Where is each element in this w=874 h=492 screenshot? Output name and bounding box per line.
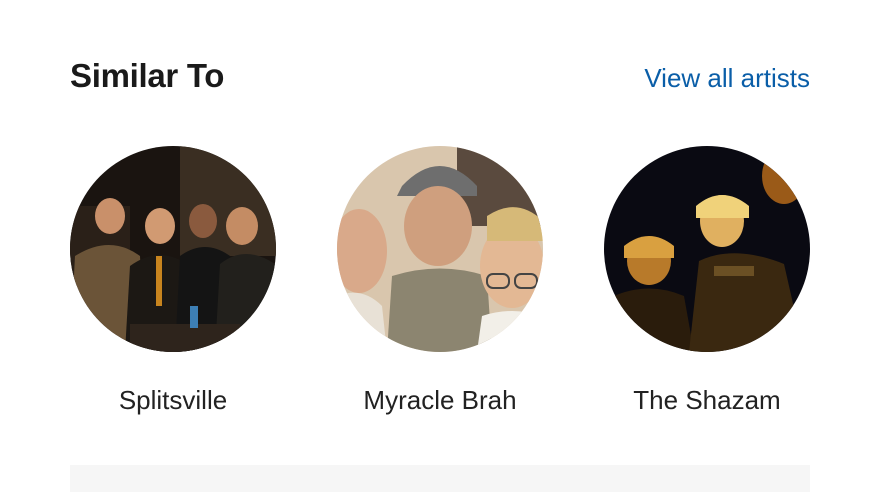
myracle-brah-band-photo bbox=[337, 146, 543, 352]
artist-name[interactable]: Myracle Brah bbox=[336, 382, 544, 418]
artist-photo[interactable] bbox=[337, 146, 543, 352]
artist-photo[interactable] bbox=[604, 146, 810, 352]
artist-photo[interactable] bbox=[70, 146, 276, 352]
artist-name[interactable]: The Shazam bbox=[603, 382, 811, 418]
artist-name[interactable]: Splitsville bbox=[69, 382, 277, 418]
artist-card-splitsville[interactable]: Splitsville bbox=[69, 146, 277, 418]
similar-artists-header: Similar To View all artists bbox=[70, 56, 810, 100]
the-shazam-band-photo bbox=[604, 146, 810, 352]
splitsville-band-photo bbox=[70, 146, 276, 352]
artist-card-the-shazam[interactable]: The Shazam bbox=[603, 146, 811, 418]
artist-card-myracle-brah[interactable]: Myracle Brah bbox=[336, 146, 544, 418]
next-section-panel bbox=[70, 465, 810, 492]
view-all-artists-link[interactable]: View all artists bbox=[644, 60, 810, 96]
section-title: Similar To bbox=[70, 57, 225, 94]
